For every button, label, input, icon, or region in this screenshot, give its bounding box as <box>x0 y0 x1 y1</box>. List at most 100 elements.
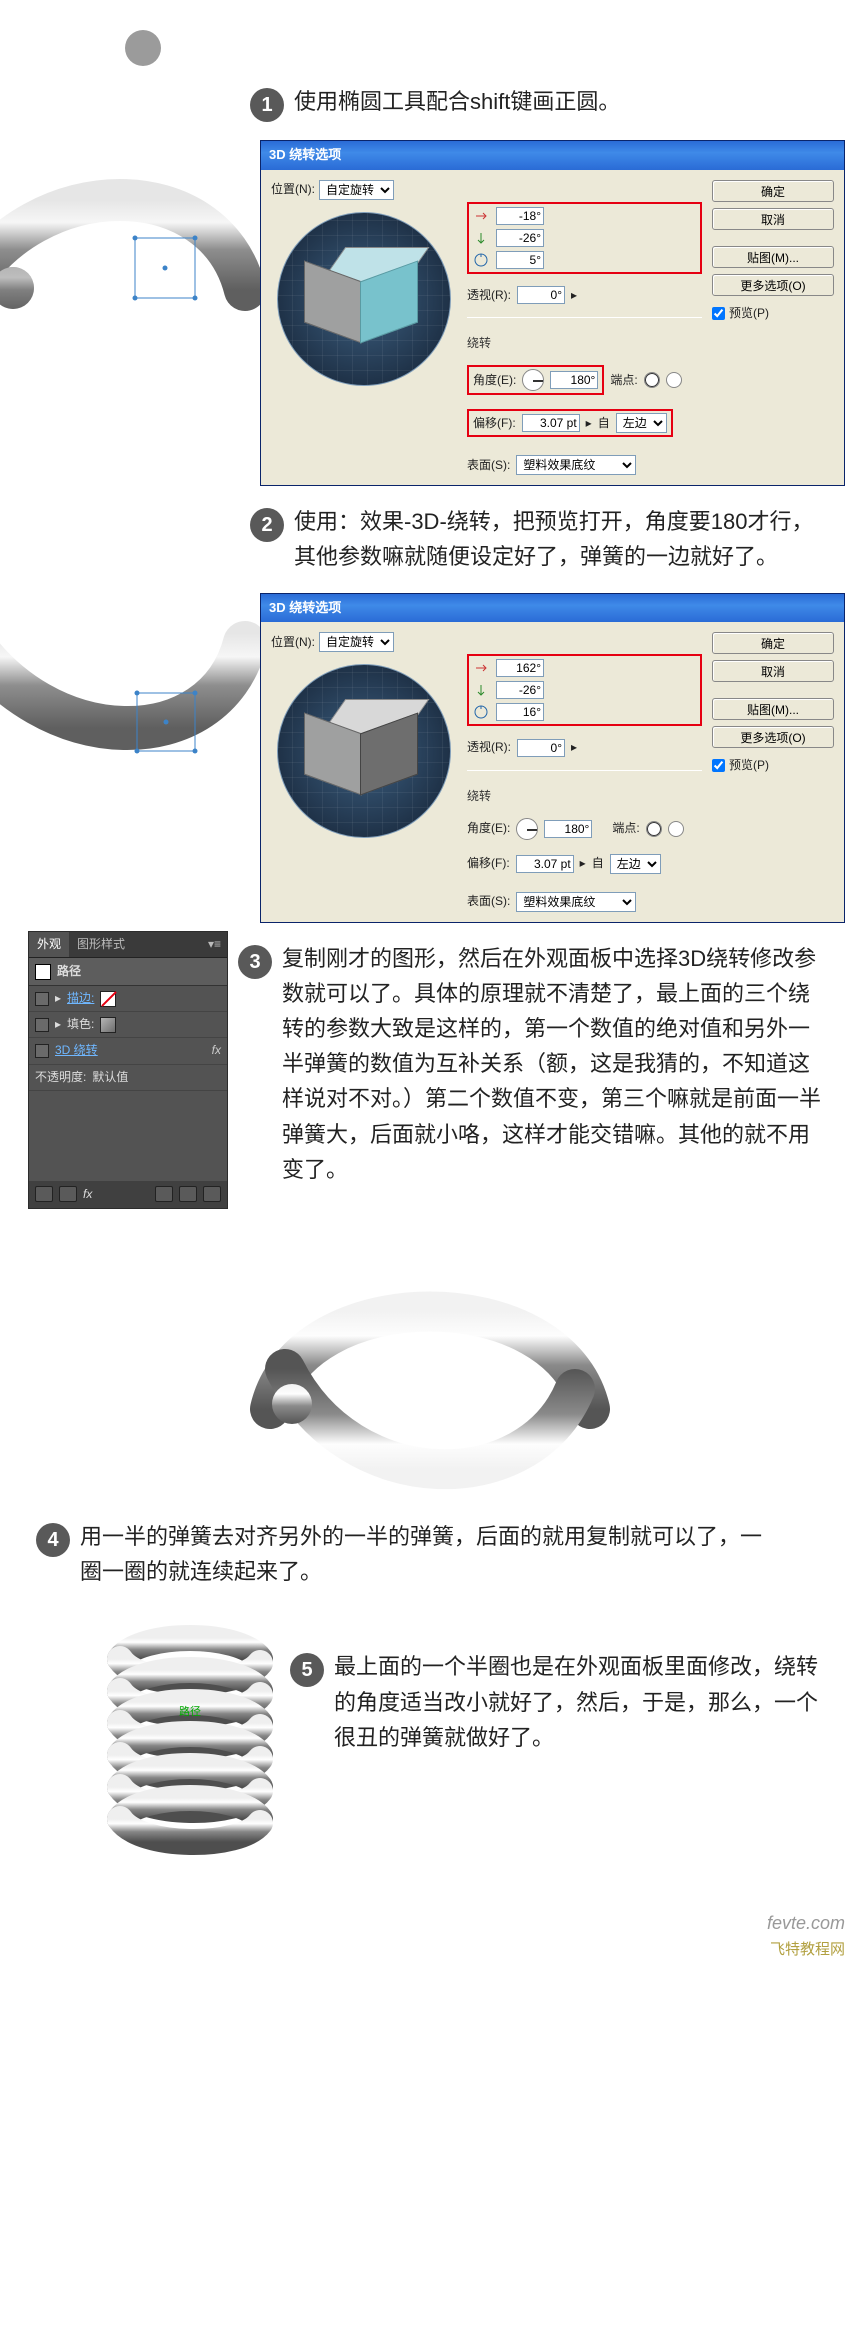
swatch-path-icon <box>35 964 51 980</box>
ok-button[interactable]: 确定 <box>712 632 834 654</box>
row-step-3: 外观 图形样式 ▾≡ 路径 ▸ 描边: ▸ 填色: 3D 绕转 fx 不透明度:… <box>0 923 859 1209</box>
dialog-3d-revolve-2: 3D 绕转选项 位置(N): 自定旋转 <box>260 593 845 923</box>
appearance-row-3d-revolve[interactable]: 3D 绕转 fx <box>29 1038 227 1064</box>
row-dialog-1: 3D 绕转选项 位置(N): 自定旋转 <box>0 140 859 486</box>
tab-graphic-styles[interactable]: 图形样式 <box>69 932 133 957</box>
cancel-button[interactable]: 取消 <box>712 208 834 230</box>
label-perspective: 透视(R): <box>467 286 511 305</box>
rotate-z-input[interactable] <box>496 251 544 269</box>
preview-checkbox[interactable]: 预览(P) <box>712 304 834 323</box>
perspective-input[interactable] <box>517 739 565 757</box>
position-select[interactable]: 自定旋转 <box>319 632 394 652</box>
cap-off-icon[interactable] <box>668 821 684 837</box>
step-badge-5: 5 <box>290 1653 324 1687</box>
cap-on-icon[interactable] <box>644 372 660 388</box>
rotate-y-input[interactable] <box>496 681 544 699</box>
cap-off-icon[interactable] <box>666 372 682 388</box>
offset-from-select[interactable]: 左边 <box>610 854 661 874</box>
axis-y-icon <box>472 681 490 699</box>
label-angle: 角度(E): <box>473 371 516 390</box>
fill-swatch[interactable] <box>100 1017 116 1033</box>
step-text-3: 复制刚才的图形，然后在外观面板中选择3D绕转修改参数就可以了。具体的原理就不清楚… <box>282 941 829 1187</box>
axis-z-icon <box>472 703 490 721</box>
new-stroke-icon[interactable] <box>35 1186 53 1202</box>
step-badge-1: 1 <box>250 88 284 122</box>
label-position: 位置(N): <box>271 180 315 199</box>
orientation-cube[interactable] <box>277 664 451 838</box>
step-1: 1 使用椭圆工具配合shift键画正圆。 <box>250 84 829 122</box>
step-2: 2 使用：效果-3D-绕转，把预览打开，角度要180才行，其他参数嘛就随便设定好… <box>250 504 829 574</box>
perspective-input[interactable] <box>517 286 565 304</box>
section-revolve: 绕转 <box>467 334 702 353</box>
fx-icon: fx <box>212 1041 221 1060</box>
more-options-button[interactable]: 更多选项(O) <box>712 726 834 748</box>
angle-dial[interactable] <box>522 369 544 391</box>
stepper-icon[interactable]: ▸ <box>571 286 577 305</box>
preview-label: 预览(P) <box>729 304 769 323</box>
stroke-label[interactable]: 描边: <box>67 989 94 1008</box>
duplicate-icon[interactable] <box>179 1186 197 1202</box>
step-text-2: 使用：效果-3D-绕转，把预览打开，角度要180才行，其他参数嘛就随便设定好了，… <box>294 504 829 574</box>
preview-check-input[interactable] <box>712 759 725 772</box>
more-options-button[interactable]: 更多选项(O) <box>712 274 834 296</box>
add-effect-icon[interactable]: fx <box>83 1185 92 1204</box>
cap-on-icon[interactable] <box>646 821 662 837</box>
opacity-label: 不透明度: <box>35 1068 86 1087</box>
step-5: 5 最上面的一个半圈也是在外观面板里面修改，绕转的角度适当改小就好了，然后，于是… <box>290 1649 829 1755</box>
ok-button[interactable]: 确定 <box>712 180 834 202</box>
offset-from-select[interactable]: 左边 <box>616 413 667 433</box>
rotate-y-input[interactable] <box>496 229 544 247</box>
new-fill-icon[interactable] <box>59 1186 77 1202</box>
offset-input[interactable] <box>516 855 574 873</box>
stroke-swatch-none[interactable] <box>100 991 116 1007</box>
surface-select[interactable]: 塑料效果底纹 <box>516 455 636 475</box>
label-surface: 表面(S): <box>467 456 510 475</box>
stepper-icon[interactable]: ▸ <box>571 738 577 757</box>
preview-check-input[interactable] <box>712 307 725 320</box>
label-cap: 端点: <box>610 371 637 390</box>
stepper-icon[interactable]: ▸ <box>580 854 586 873</box>
appearance-row-fill[interactable]: ▸ 填色: <box>29 1012 227 1038</box>
disclosure-icon[interactable]: ▸ <box>55 989 61 1008</box>
spring-half-2 <box>0 593 260 783</box>
surface-select[interactable]: 塑料效果底纹 <box>516 892 636 912</box>
spring-coil-illustration: 路径 <box>90 1619 290 1879</box>
axis-x-icon <box>472 207 490 225</box>
offset-input[interactable] <box>522 414 580 432</box>
map-art-button[interactable]: 贴图(M)... <box>712 698 834 720</box>
orientation-cube[interactable] <box>277 212 451 386</box>
visibility-toggle-icon[interactable] <box>35 1044 49 1058</box>
map-art-button[interactable]: 贴图(M)... <box>712 246 834 268</box>
row-dialog-2: 3D 绕转选项 位置(N): 自定旋转 <box>0 593 859 923</box>
label-offset: 偏移(F): <box>467 854 510 873</box>
dialog-title: 3D 绕转选项 <box>261 594 844 623</box>
effect-3d-revolve[interactable]: 3D 绕转 <box>55 1041 98 1060</box>
label-surface: 表面(S): <box>467 892 510 911</box>
position-select[interactable]: 自定旋转 <box>319 180 394 200</box>
angle-dial[interactable] <box>516 818 538 840</box>
rotate-x-input[interactable] <box>496 207 544 225</box>
stepper-icon[interactable]: ▸ <box>586 414 592 433</box>
panel-menu-icon[interactable]: ▾≡ <box>202 932 227 957</box>
section-revolve: 绕转 <box>467 787 702 806</box>
rotate-x-input[interactable] <box>496 659 544 677</box>
preview-checkbox[interactable]: 预览(P) <box>712 756 834 775</box>
visibility-toggle-icon[interactable] <box>35 1018 49 1032</box>
rotate-z-input[interactable] <box>496 703 544 721</box>
axis-x-icon <box>472 659 490 677</box>
label-position: 位置(N): <box>271 633 315 652</box>
cancel-button[interactable]: 取消 <box>712 660 834 682</box>
step-3: 3 复制刚才的图形，然后在外观面板中选择3D绕转修改参数就可以了。具体的原理就不… <box>238 941 829 1187</box>
angle-input[interactable] <box>550 371 598 389</box>
disclosure-icon[interactable]: ▸ <box>55 1015 61 1034</box>
tab-appearance[interactable]: 外观 <box>29 932 69 957</box>
clear-appearance-icon[interactable] <box>155 1186 173 1202</box>
visibility-toggle-icon[interactable] <box>35 992 49 1006</box>
step-text-1: 使用椭圆工具配合shift键画正圆。 <box>294 84 829 119</box>
appearance-row-stroke[interactable]: ▸ 描边: <box>29 986 227 1012</box>
label-cap: 端点: <box>612 819 639 838</box>
label-perspective: 透视(R): <box>467 738 511 757</box>
angle-input[interactable] <box>544 820 592 838</box>
delete-icon[interactable] <box>203 1186 221 1202</box>
appearance-row-opacity[interactable]: 不透明度: 默认值 <box>29 1065 227 1091</box>
